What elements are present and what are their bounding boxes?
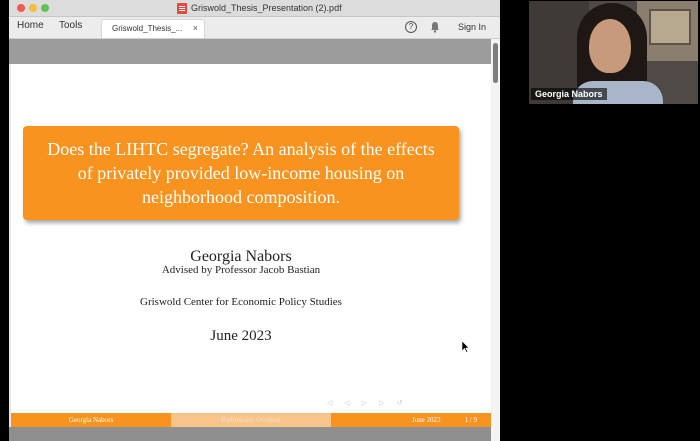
nav-first-icon[interactable]: ◁ (327, 399, 332, 409)
footer-date: June 2023 (411, 416, 441, 424)
close-window-button[interactable] (17, 4, 25, 12)
slide-title: Does the LIHTC segregate? An analysis of… (47, 139, 435, 207)
footer-short-title: Preliminary Overleaf (171, 413, 331, 427)
tab-document[interactable]: Griswold_Thesis_... × (101, 19, 205, 38)
slide-institute: Griswold Center for Economic Policy Stud… (140, 296, 342, 308)
window-title: Griswold_Thesis_Presentation (2).pdf (177, 1, 342, 15)
tools-link[interactable]: Tools (59, 20, 82, 31)
zoom-window-button[interactable] (41, 4, 49, 12)
tab-document-label: Griswold_Thesis_... (112, 24, 183, 33)
slide-title-box: Does the LIHTC segregate? An analysis of… (23, 126, 459, 220)
nav-search-icon[interactable]: ↺ (397, 399, 403, 409)
bell-icon[interactable] (430, 21, 440, 33)
slide-footer: Georgia Nabors Preliminary Overleaf June… (11, 413, 491, 427)
participant-face (589, 19, 631, 73)
slide-page: Does the LIHTC segregate? An analysis of… (11, 64, 491, 427)
scroll-thumb[interactable] (493, 43, 498, 83)
close-icon[interactable]: × (193, 23, 198, 33)
page-gap-bottom (9, 427, 500, 441)
footer-author: Georgia Nabors (11, 413, 171, 427)
sign-in-button[interactable]: Sign In (458, 22, 486, 32)
home-link[interactable]: Home (17, 20, 44, 31)
pdf-viewer-window: Griswold_Thesis_Presentation (2).pdf Hom… (9, 0, 500, 441)
title-bar: Griswold_Thesis_Presentation (2).pdf (9, 0, 500, 17)
toolbar: Home Tools Griswold_Thesis_... × ? Sign … (9, 17, 500, 39)
page-gap (9, 39, 500, 64)
participant-video-tile[interactable]: Georgia Nabors (529, 1, 698, 104)
nav-section-icon[interactable]: ▷ (362, 399, 367, 409)
footer-right: June 2023 1 / 9 (331, 413, 491, 427)
window-title-text: Griswold_Thesis_Presentation (2).pdf (191, 3, 342, 13)
slide-advisor: Advised by Professor Jacob Bastian (161, 264, 321, 276)
pdf-icon (177, 2, 187, 14)
slide-date: June 2023 (210, 328, 272, 344)
beamer-navigation: ◁ ◁ ▷ ▷ ↺ (327, 399, 479, 409)
cursor-icon (462, 341, 470, 353)
footer-page: 1 / 9 (464, 416, 477, 424)
minimize-window-button[interactable] (29, 4, 37, 12)
nav-prev-icon[interactable]: ◁ (344, 399, 349, 409)
participant-name-label: Georgia Nabors (531, 88, 607, 100)
nav-next-icon[interactable]: ▷ (379, 399, 384, 409)
vertical-scrollbar[interactable] (491, 39, 500, 441)
help-icon[interactable]: ? (405, 21, 417, 33)
video-wall-frame (649, 9, 691, 45)
